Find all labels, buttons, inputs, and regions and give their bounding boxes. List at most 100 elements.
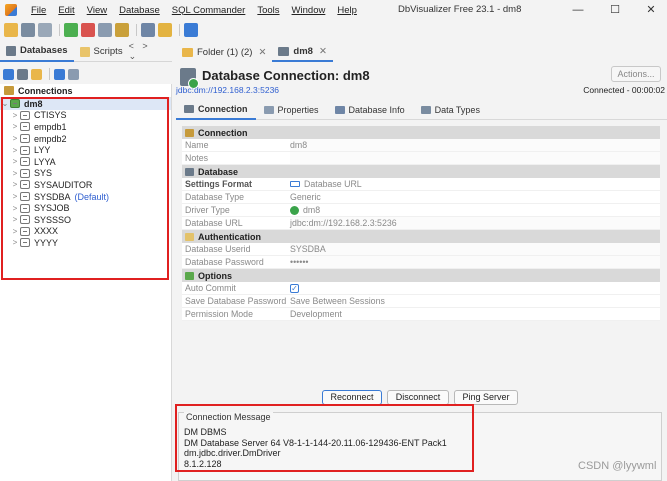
open-folder-icon[interactable] bbox=[4, 23, 18, 37]
close-button[interactable]: ✕ bbox=[636, 1, 666, 19]
reconnect-button[interactable]: Reconnect bbox=[322, 390, 382, 405]
chevron-right-icon[interactable]: > bbox=[10, 122, 20, 131]
editor-tab-bar: Folder (1) (2) ✕ dm8 ✕ bbox=[176, 42, 667, 62]
tree-item-schema[interactable]: > LYYA bbox=[0, 156, 171, 168]
connection-message-text: DM DBMS DM Database Server 64 V8-1-1-144… bbox=[184, 427, 447, 469]
tree-item-schema[interactable]: > empdb2 bbox=[0, 133, 171, 145]
database-icon[interactable] bbox=[98, 23, 112, 37]
tree-item-schema[interactable]: > SYSSSO bbox=[0, 214, 171, 226]
connection-sub-tabs: Connection Properties Database Info Data… bbox=[176, 100, 667, 120]
toolbar-separator bbox=[49, 68, 50, 80]
chevron-down-icon[interactable]: ⌄ bbox=[0, 99, 10, 108]
schema-icon bbox=[20, 122, 30, 132]
wrench-icon bbox=[263, 105, 274, 114]
url-icon bbox=[290, 181, 300, 187]
main-toolbar bbox=[0, 20, 667, 40]
tree-item-schema[interactable]: > SYSDBA (Default) bbox=[0, 191, 171, 203]
create-folder-icon[interactable] bbox=[31, 68, 42, 80]
tree-item-schema[interactable]: > SYS bbox=[0, 168, 171, 180]
chevron-right-icon[interactable]: > bbox=[10, 204, 20, 213]
check-circle-icon bbox=[290, 205, 299, 215]
ping-server-button[interactable]: Ping Server bbox=[454, 390, 518, 405]
sync-icon[interactable] bbox=[3, 68, 14, 80]
menu-view[interactable]: View bbox=[81, 5, 113, 16]
userid-field[interactable]: SYSDBA bbox=[290, 243, 660, 255]
chevron-right-icon[interactable]: > bbox=[10, 111, 20, 120]
chevron-right-icon[interactable]: > bbox=[10, 238, 20, 247]
notes-field[interactable] bbox=[290, 152, 660, 164]
close-tab-icon[interactable]: ✕ bbox=[319, 46, 327, 57]
minimize-button[interactable]: — bbox=[563, 1, 593, 19]
disconnect-button[interactable]: Disconnect bbox=[387, 390, 449, 405]
chevron-right-icon[interactable]: > bbox=[10, 146, 20, 155]
connection-icon bbox=[278, 46, 290, 56]
database-type-select[interactable]: Generic bbox=[290, 192, 660, 202]
name-field[interactable]: dm8 bbox=[290, 139, 660, 151]
tab-database-info[interactable]: Database Info bbox=[327, 100, 413, 120]
save-password-select[interactable]: Save Between Sessions bbox=[290, 296, 660, 306]
chevron-right-icon[interactable]: > bbox=[10, 134, 20, 143]
tree-item-schema[interactable]: > CTISYS bbox=[0, 110, 171, 122]
row-permission-mode: Permission Mode Development bbox=[182, 308, 660, 321]
tab-data-types[interactable]: Data Types bbox=[413, 100, 488, 120]
schema-icon bbox=[20, 180, 30, 190]
sql-commander-icon[interactable] bbox=[158, 23, 172, 37]
disconnect-icon[interactable] bbox=[81, 23, 95, 37]
connect-icon[interactable] bbox=[64, 23, 78, 37]
tab-scripts[interactable]: Scripts bbox=[74, 42, 129, 62]
tree-item-schema[interactable]: > XXXX bbox=[0, 226, 171, 238]
tree-item-dm8[interactable]: ⌄ dm8 bbox=[0, 98, 171, 110]
grid-icon[interactable] bbox=[141, 23, 155, 37]
create-connection-icon[interactable] bbox=[17, 68, 28, 80]
menu-file[interactable]: File bbox=[25, 5, 52, 16]
tree-item-schema[interactable]: > LYY bbox=[0, 144, 171, 156]
menu-window[interactable]: Window bbox=[286, 5, 332, 16]
chevron-right-icon[interactable]: > bbox=[10, 180, 20, 189]
chevron-right-icon[interactable]: > bbox=[10, 157, 20, 166]
schema-icon bbox=[20, 157, 30, 167]
settings-format-select[interactable]: Database URL bbox=[290, 179, 660, 189]
connection-section-icon bbox=[185, 128, 194, 137]
filter-icon[interactable] bbox=[68, 68, 79, 80]
schema-icon bbox=[20, 238, 30, 248]
driver-type-select[interactable]: dm8 bbox=[290, 205, 660, 215]
row-userid: Database Userid SYSDBA bbox=[182, 243, 660, 256]
tools-icon[interactable] bbox=[115, 23, 129, 37]
chevron-right-icon[interactable]: > bbox=[10, 227, 20, 236]
collapse-icon[interactable] bbox=[54, 68, 65, 80]
chevron-right-icon[interactable]: > bbox=[10, 215, 20, 224]
tab-dm8[interactable]: dm8 ✕ bbox=[272, 42, 333, 62]
tab-folder[interactable]: Folder (1) (2) ✕ bbox=[176, 42, 272, 62]
schema-icon bbox=[20, 226, 30, 236]
row-database-url: Database URL jdbc:dm://192.168.2.3:5236 bbox=[182, 217, 660, 230]
actions-button[interactable]: Actions... bbox=[611, 66, 661, 82]
menu-database[interactable]: Database bbox=[113, 5, 166, 16]
close-tab-icon[interactable]: ✕ bbox=[258, 47, 266, 58]
save-all-icon[interactable] bbox=[38, 23, 52, 37]
maximize-button[interactable]: ☐ bbox=[600, 1, 630, 19]
chevron-right-icon[interactable]: > bbox=[10, 169, 20, 178]
password-field[interactable]: •••••• bbox=[290, 256, 660, 268]
connection-message-legend: Connection Message bbox=[184, 412, 273, 422]
tab-databases[interactable]: Databases bbox=[0, 42, 74, 62]
tree-item-schema[interactable]: > YYYY bbox=[0, 237, 171, 249]
database-url-field[interactable]: jdbc:dm://192.168.2.3:5236 bbox=[290, 217, 660, 229]
tree-item-schema[interactable]: > empdb1 bbox=[0, 121, 171, 133]
tab-properties[interactable]: Properties bbox=[256, 100, 327, 120]
permission-mode-select[interactable]: Development bbox=[290, 309, 660, 319]
window-title: DbVisualizer Free 23.1 - dm8 bbox=[398, 4, 522, 15]
chevron-right-icon[interactable]: > bbox=[10, 192, 20, 201]
tree-item-schema[interactable]: > SYSJOB bbox=[0, 202, 171, 214]
tab-navigation[interactable]: < > ⌄ bbox=[129, 41, 166, 62]
menu-help[interactable]: Help bbox=[331, 5, 363, 16]
execute-icon[interactable] bbox=[184, 23, 198, 37]
auto-commit-checkbox[interactable]: ✓ bbox=[290, 283, 299, 293]
tree-header-connections[interactable]: Connections bbox=[0, 84, 171, 98]
menu-edit[interactable]: Edit bbox=[52, 5, 80, 16]
tree-item-schema[interactable]: > SYSAUDITOR bbox=[0, 179, 171, 191]
schema-icon bbox=[20, 168, 30, 178]
menu-sql-commander[interactable]: SQL Commander bbox=[166, 5, 252, 16]
save-icon[interactable] bbox=[21, 23, 35, 37]
menu-tools[interactable]: Tools bbox=[251, 5, 285, 16]
tab-connection[interactable]: Connection bbox=[176, 100, 256, 120]
